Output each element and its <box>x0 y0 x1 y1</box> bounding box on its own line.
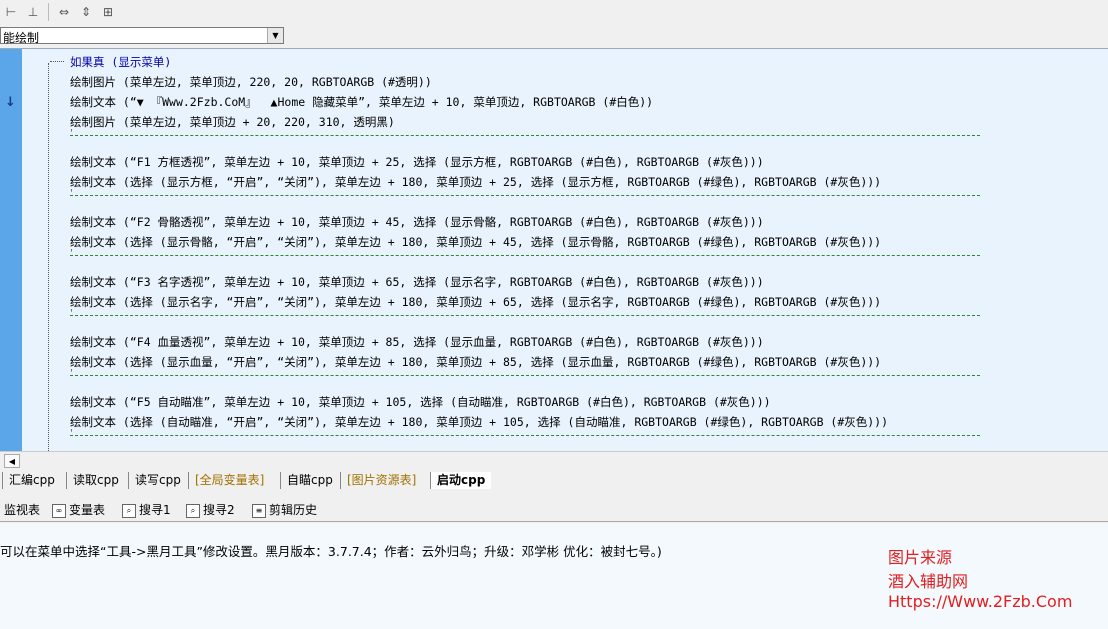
tab-file[interactable]: 自瞄cpp <box>280 472 339 489</box>
code-line[interactable]: 绘制文本 (选择 (显示骨骼, “开启”, “关闭”), 菜单左边 + 180,… <box>70 234 881 250</box>
tab-file[interactable]: [图片资源表] <box>340 472 422 489</box>
dash-mark: ' <box>70 248 73 259</box>
width-icon[interactable]: ⇔ <box>55 3 73 21</box>
tab-label: 变量表 <box>69 503 106 517</box>
code-line[interactable]: 绘制图片 (菜单左边, 菜单顶边 + 20, 220, 310, 透明黑) <box>70 114 395 130</box>
code-line[interactable]: 绘制文本 (“F4 血量透视”, 菜单左边 + 10, 菜单顶边 + 85, 选… <box>70 334 764 350</box>
separator-line <box>70 315 980 316</box>
tab-label: 监视表 <box>4 503 41 517</box>
output-message: 可以在菜单中选择“工具->黑月工具”修改设置。黑月版本：3.7.7.4；作者：云… <box>0 544 662 559</box>
height-icon[interactable]: ⇕ <box>77 3 95 21</box>
current-line-arrow-icon: ↓ <box>5 95 16 110</box>
glasses-icon: ∞ <box>52 503 66 518</box>
tab-file[interactable]: [全局变量表] <box>188 472 270 489</box>
tab-file[interactable]: 汇编cpp <box>2 472 61 489</box>
component-dropdown[interactable]: 能绘制 ▼ <box>0 27 284 45</box>
tab-label: 搜寻1 <box>139 503 171 517</box>
code-editor[interactable]: ↓ 如果真 (显示菜单) 绘制图片 (菜单左边, 菜单顶边, 220, 20, … <box>0 48 1108 453</box>
toolbar-icons: ⊢ ⊥ ⇔ ⇕ ⊞ <box>2 3 117 23</box>
tab-variables[interactable]: ∞ 变量表 <box>52 502 105 519</box>
watermark-line: 图片来源 <box>888 548 953 567</box>
panel-tabs: 监视表 ∞ 变量表 ⌕ 搜寻1 ⌕ 搜寻2 ≡ 剪辑历史 <box>0 499 1108 522</box>
align-justify-icon[interactable]: ⊥ <box>24 3 42 21</box>
scroll-left-icon[interactable]: ◀ <box>4 454 20 468</box>
dash-mark: ' <box>70 188 73 199</box>
dash-mark: ' <box>70 368 73 379</box>
code-line[interactable]: 绘制文本 (“F2 骨骼透视”, 菜单左边 + 10, 菜单顶边 + 45, 选… <box>70 214 764 230</box>
separator-line <box>70 255 980 256</box>
align-left-icon[interactable]: ⊢ <box>2 3 20 21</box>
toolbar-separator <box>48 3 49 21</box>
search-icon: ⌕ <box>122 503 136 518</box>
code-line[interactable]: 绘制文本 (选择 (自动瞄准, “开启”, “关闭”), 菜单左边 + 180,… <box>70 414 888 430</box>
clipboard-icon: ≡ <box>252 503 266 518</box>
horizontal-scrollbar[interactable]: ◀ <box>0 451 1108 469</box>
dash-mark: ' <box>70 128 73 139</box>
tab-file[interactable]: 读写cpp <box>128 472 187 489</box>
separator-line <box>70 135 980 136</box>
code-line[interactable]: 绘制文本 (选择 (显示方框, “开启”, “关闭”), 菜单左边 + 180,… <box>70 174 881 190</box>
tab-search1[interactable]: ⌕ 搜寻1 <box>122 502 171 519</box>
tab-file[interactable]: 读取cpp <box>66 472 125 489</box>
code-line[interactable]: 绘制文本 (“F1 方框透视”, 菜单左边 + 10, 菜单顶边 + 25, 选… <box>70 154 764 170</box>
toolbar: ⊢ ⊥ ⇔ ⇕ ⊞ 能绘制 ▼ <box>0 0 1108 48</box>
tab-search2[interactable]: ⌕ 搜寻2 <box>186 502 235 519</box>
tab-clip-history[interactable]: ≡ 剪辑历史 <box>252 502 317 519</box>
dash-mark: ' <box>70 428 73 439</box>
search-icon: ⌕ <box>186 503 200 518</box>
watermark-line: 酒入辅助网 <box>888 572 969 591</box>
chevron-down-icon[interactable]: ▼ <box>267 28 283 43</box>
separator-line <box>70 195 980 196</box>
code-line[interactable]: 绘制文本 (选择 (显示血量, “开启”, “关闭”), 菜单左边 + 180,… <box>70 354 881 370</box>
code-line[interactable]: 绘制文本 (“F5 自动瞄准”, 菜单左边 + 10, 菜单顶边 + 105, … <box>70 394 771 410</box>
code-line[interactable]: 绘制文本 (选择 (显示名字, “开启”, “关闭”), 菜单左边 + 180,… <box>70 294 881 310</box>
code-line[interactable]: 绘制图片 (菜单左边, 菜单顶边, 220, 20, RGBTOARGB (#透… <box>70 74 432 90</box>
if-head-line[interactable]: 如果真 (显示菜单) <box>70 54 171 70</box>
code-line[interactable]: 绘制文本 (“F3 名字透视”, 菜单左边 + 10, 菜单顶边 + 65, 选… <box>70 274 764 290</box>
separator-line <box>70 435 980 436</box>
size-icon[interactable]: ⊞ <box>99 3 117 21</box>
tab-file-active[interactable]: 启动cpp <box>430 472 492 489</box>
watermark-line: Https://Www.2Fzb.Com <box>888 592 1073 611</box>
code-line[interactable]: 绘制文本 (“▼ 『Www.2Fzb.CoM』 ▲Home 隐藏菜单”, 菜单左… <box>70 94 653 110</box>
fold-tick <box>50 61 64 62</box>
dash-mark: ' <box>70 308 73 319</box>
tab-label: 剪辑历史 <box>269 503 318 517</box>
fold-line <box>48 63 49 453</box>
tab-label: 搜寻2 <box>203 503 235 517</box>
editor-gutter: ↓ <box>0 49 22 452</box>
dropdown-value: 能绘制 <box>3 31 40 45</box>
tab-watch[interactable]: 监视表 <box>4 502 40 519</box>
separator-line <box>70 375 980 376</box>
file-tabs: 汇编cpp 读取cpp 读写cpp [全局变量表] 自瞄cpp [图片资源表] … <box>0 469 1108 491</box>
